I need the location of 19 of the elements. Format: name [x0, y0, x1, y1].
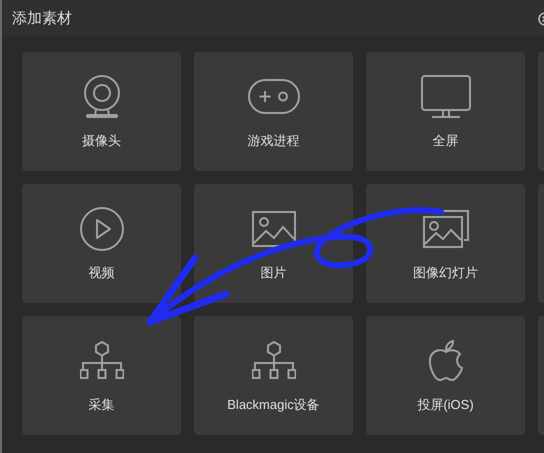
source-tile[interactable]: Blackmagic设备: [194, 316, 353, 435]
source-tile[interactable]: 投屏(iOS): [366, 316, 525, 435]
source-tile[interactable]: 视频: [22, 184, 181, 303]
source-tile[interactable]: 全屏: [366, 52, 525, 171]
images-icon: [422, 210, 468, 248]
image-icon: [252, 210, 296, 246]
webcam-icon: [82, 74, 122, 118]
source-tile[interactable]: 图像幻灯片: [366, 184, 525, 303]
gamepad-icon: [248, 78, 300, 114]
network-icon: [80, 340, 124, 380]
source-tile[interactable]: 游戏进程: [194, 52, 353, 171]
source-tile[interactable]: 采集: [22, 316, 181, 435]
network-icon: [252, 340, 296, 380]
apple-icon: [428, 340, 464, 382]
play-icon: [80, 206, 124, 250]
source-tile[interactable]: 图片: [194, 184, 353, 303]
source-tile[interactable]: 摄像头: [22, 52, 181, 171]
monitor-icon: [420, 74, 470, 118]
window-title: 添加素材: [12, 9, 72, 28]
